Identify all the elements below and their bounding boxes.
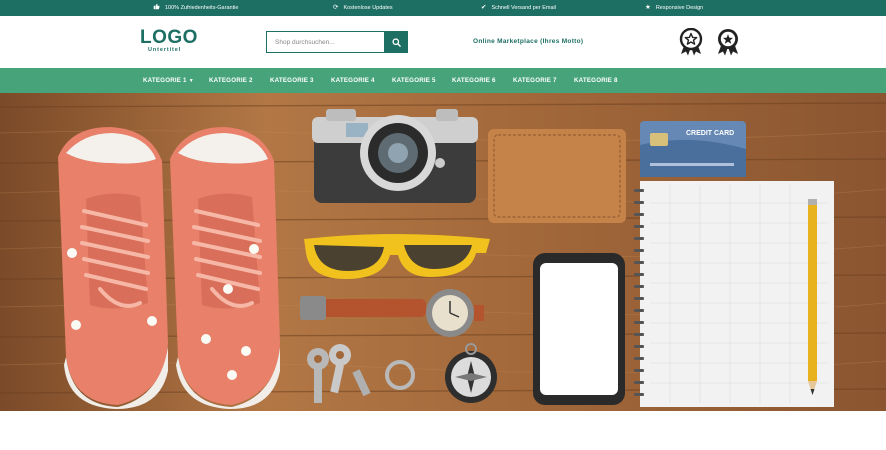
check-icon: ✔: [481, 3, 487, 11]
nav-item-kategorie-8[interactable]: KATEGORIE 8: [574, 68, 618, 93]
nav-item-kategorie-7[interactable]: KATEGORIE 7: [513, 68, 557, 93]
search-input[interactable]: [266, 31, 384, 53]
search-button[interactable]: [384, 31, 408, 53]
notebook: [634, 181, 834, 407]
nav-item-kategorie-2[interactable]: KATEGORIE 2: [209, 68, 253, 93]
smartphone: [533, 253, 625, 405]
award-star-filled-icon: [715, 28, 741, 56]
nav-item-kategorie-6[interactable]: KATEGORIE 6: [452, 68, 496, 93]
credit-card: CREDIT CARD: [640, 121, 746, 177]
hero-banner: CREDIT CARD: [0, 93, 886, 411]
award-star-outline-icon: [678, 27, 704, 56]
nav-item-kategorie-4[interactable]: KATEGORIE 4: [331, 68, 375, 93]
hero-image: CREDIT CARD: [0, 93, 886, 411]
nav-item-kategorie-3[interactable]: KATEGORIE 3: [270, 68, 314, 93]
logo-subtitle: Untertitel: [148, 47, 182, 53]
usp-shipping: ✔ Schnell Versand per Email: [481, 3, 556, 11]
site-header: LOGO Untertitel Online Marketplace (Ihre…: [0, 16, 886, 68]
search-form: [266, 31, 408, 53]
refresh-icon: ⟳: [333, 3, 339, 11]
content-area: [0, 411, 886, 450]
star-icon: ★: [645, 3, 651, 11]
top-info-bar: 100% Zufriedenheits-Garantie ⟳ Kostenlos…: [0, 0, 886, 16]
vintage-camera: [312, 109, 478, 203]
category-nav: KATEGORIE 1 ▼ KATEGORIE 2 KATEGORIE 3 KAT…: [0, 68, 886, 93]
logo-text: LOGO: [140, 27, 198, 48]
logo[interactable]: LOGO Untertitel: [140, 27, 200, 54]
nav-item-kategorie-5[interactable]: KATEGORIE 5: [392, 68, 436, 93]
usp-responsive: ★ Responsive Design: [645, 3, 704, 11]
credit-card-label: CREDIT CARD: [686, 130, 734, 137]
shop-motto: Online Marketplace (Ihres Motto): [473, 38, 584, 45]
nav-item-kategorie-1[interactable]: KATEGORIE 1 ▼: [143, 68, 194, 93]
thumbs-up-icon: [153, 3, 160, 13]
caret-down-icon: ▼: [188, 77, 194, 84]
usp-updates: ⟳ Kostenlose Updates: [333, 3, 393, 11]
pencil: [808, 199, 817, 395]
search-icon: [391, 37, 401, 47]
usp-guarantee: 100% Zufriedenheits-Garantie: [153, 0, 238, 16]
wallet: [488, 129, 626, 223]
